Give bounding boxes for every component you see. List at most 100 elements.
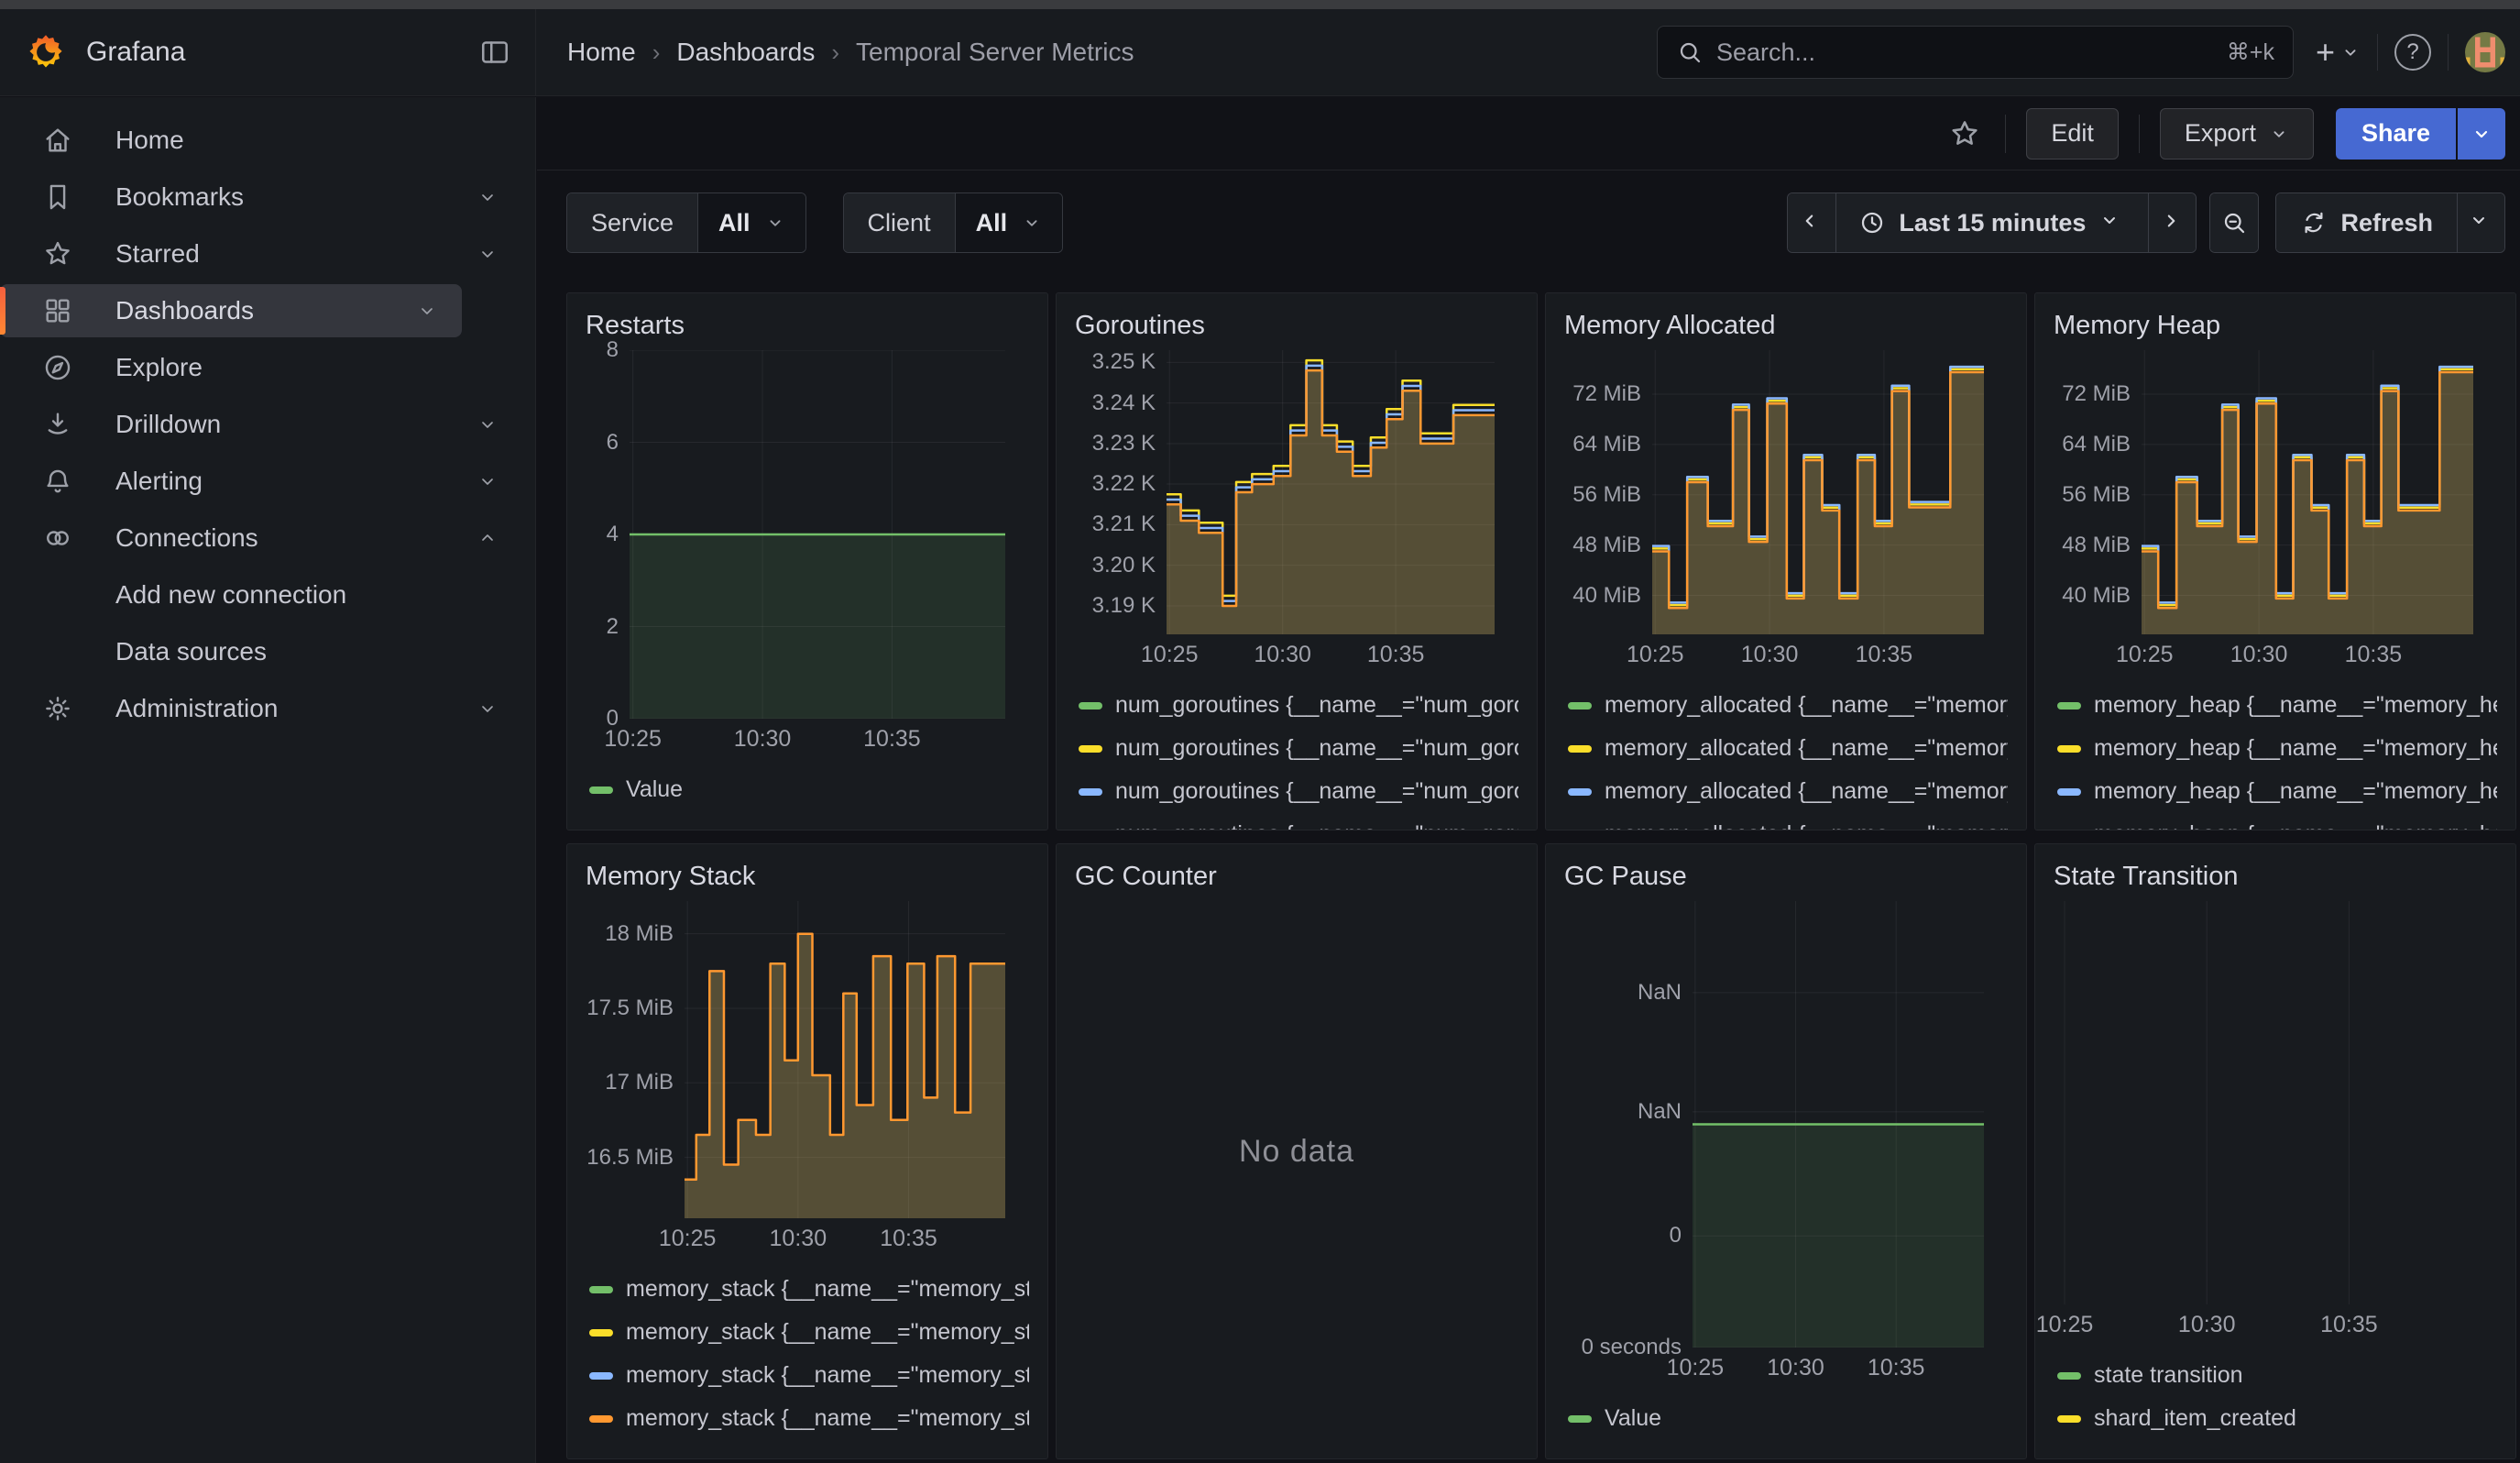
panel-title[interactable]: GC Pause	[1564, 863, 2008, 890]
share-button[interactable]: Share	[2336, 108, 2456, 160]
legend-item[interactable]: Value	[1564, 1397, 2008, 1440]
legend-item[interactable]: num_goroutines {__name__="num_gorou	[1075, 770, 1518, 813]
chevron-down-icon[interactable]	[477, 413, 499, 435]
legend-item[interactable]: memory_heap {__name__="memory_heap	[2054, 727, 2497, 770]
sidebar-item-explore[interactable]: Explore	[0, 341, 522, 394]
plot-area[interactable]	[1693, 901, 1984, 1348]
breadcrumb-separator: ›	[652, 38, 661, 67]
plot-area[interactable]	[630, 350, 1005, 719]
legend-item[interactable]: num_goroutines {__name__="num_gorou	[1075, 684, 1518, 727]
export-button[interactable]: Export	[2160, 108, 2314, 160]
compass-icon	[42, 352, 73, 383]
dock-sidebar-icon[interactable]	[477, 34, 513, 71]
breadcrumb-dashboards[interactable]: Dashboards	[676, 38, 815, 67]
chart-legend: num_goroutines {__name__="num_gorounum_g…	[1075, 684, 1518, 830]
x-axis-tick: 10:35	[1868, 1355, 1925, 1381]
time-range-picker[interactable]: Last 15 minutes	[1835, 193, 2148, 252]
sidebar-item-data-sources[interactable]: Data sources	[0, 625, 522, 678]
chevron-down-icon[interactable]	[477, 470, 499, 492]
panel-title[interactable]: Memory Heap	[2054, 312, 2497, 339]
panel-title[interactable]: Goroutines	[1075, 312, 1518, 339]
sidebar-item-home[interactable]: Home	[0, 114, 522, 167]
legend-item[interactable]: memory_stack {__name__="memory_sta	[586, 1397, 1029, 1440]
legend-item[interactable]: memory_heap {__name__="memory_heap	[2054, 770, 2497, 813]
sidebar-item-label: Drilldown	[115, 410, 477, 439]
legend-label: state transition	[2094, 1362, 2243, 1389]
search-input[interactable]: Search... ⌘+k	[1657, 26, 2294, 79]
favorite-star-button[interactable]	[1945, 114, 1985, 154]
legend-label: memory_allocated {__name__="memory	[1605, 692, 2008, 719]
y-axis-tick: 40 MiB	[2062, 583, 2131, 609]
plot-area[interactable]	[2142, 350, 2473, 634]
legend-label: num_goroutines {__name__="num_gorou	[1115, 821, 1518, 830]
panel-title[interactable]: Memory Stack	[586, 863, 1029, 890]
panel-title[interactable]: State Transition	[2054, 863, 2497, 890]
breadcrumb: Home › Dashboards › Temporal Server Metr…	[567, 38, 1134, 67]
legend-item[interactable]: memory_stack {__name__="memory_sta	[586, 1354, 1029, 1397]
plot-area[interactable]	[1652, 350, 1984, 634]
search-shortcut: ⌘+k	[2227, 38, 2274, 66]
chevron-down-icon[interactable]	[477, 186, 499, 208]
plot-area[interactable]	[2061, 901, 2473, 1304]
legend-label: memory_heap {__name__="memory_heap	[2094, 778, 2497, 805]
client-variable-label: Client	[844, 193, 955, 252]
legend-item[interactable]: memory_allocated {__name__="memory	[1564, 813, 2008, 830]
chevron-down-icon[interactable]	[477, 698, 499, 720]
legend-swatch	[589, 786, 613, 794]
panel-title[interactable]: Memory Allocated	[1564, 312, 2008, 339]
legend-swatch	[2057, 1372, 2081, 1380]
x-axis-tick: 10:25	[2116, 642, 2174, 668]
sidebar-item-alerting[interactable]: Alerting	[0, 455, 522, 508]
legend-item[interactable]: memory_heap {__name__="memory_heap	[2054, 813, 2497, 830]
legend-item[interactable]: memory_allocated {__name__="memory	[1564, 727, 2008, 770]
time-shift-forward-button[interactable]	[2148, 193, 2196, 252]
plot-area[interactable]	[685, 901, 1005, 1218]
chevron-up-icon[interactable]	[477, 527, 499, 549]
breadcrumb-home[interactable]: Home	[567, 38, 636, 67]
sidebar-item-dashboards[interactable]: Dashboards	[0, 284, 462, 337]
refresh-button[interactable]: Refresh	[2276, 193, 2457, 252]
refresh-interval-button[interactable]	[2457, 193, 2504, 252]
legend-item[interactable]: Value	[586, 768, 1029, 811]
sidebar-item-administration[interactable]: Administration	[0, 682, 522, 735]
legend-item[interactable]: memory_stack {__name__="memory_sta	[586, 1311, 1029, 1354]
toolbar-divider	[2005, 115, 2006, 153]
legend-item[interactable]: memory_allocated {__name__="memory	[1564, 770, 2008, 813]
sidebar-item-drilldown[interactable]: Drilldown	[0, 398, 522, 451]
sidebar-item-add-new-connection[interactable]: Add new connection	[0, 568, 522, 622]
chevron-down-icon[interactable]	[477, 243, 499, 265]
client-variable-select[interactable]: All	[955, 193, 1063, 252]
legend-label: num_goroutines {__name__="num_gorou	[1115, 778, 1518, 805]
help-button[interactable]: ?	[2394, 34, 2431, 71]
chart-plot-row: NaNNaN00 seconds	[1564, 901, 2008, 1348]
top-nav-bar: Grafana Home › Dashboards › Temporal Ser…	[0, 9, 2520, 96]
sidebar-item-bookmarks[interactable]: Bookmarks	[0, 170, 522, 224]
add-new-button[interactable]: +	[2316, 36, 2361, 69]
user-avatar[interactable]	[2465, 32, 2505, 72]
chevron-right-icon	[2159, 209, 2186, 236]
chevron-down-icon[interactable]	[416, 300, 438, 322]
legend-item[interactable]: num_goroutines {__name__="num_gorou	[1075, 813, 1518, 830]
x-axis-tick: 10:35	[1856, 642, 1913, 668]
chevron-down-icon	[2098, 209, 2126, 236]
legend-item[interactable]: num_goroutines {__name__="num_gorou	[1075, 727, 1518, 770]
zoom-out-button[interactable]	[2210, 193, 2258, 252]
time-shift-back-button[interactable]	[1788, 193, 1835, 252]
edit-button[interactable]: Edit	[2026, 108, 2119, 160]
plot-area[interactable]	[1167, 350, 1495, 634]
panel-title[interactable]: Restarts	[586, 312, 1029, 339]
share-menu-button[interactable]	[2458, 108, 2505, 160]
service-variable-select[interactable]: All	[697, 193, 805, 252]
legend-label: memory_stack {__name__="memory_sta	[626, 1276, 1029, 1303]
legend-item[interactable]: shard_item_created	[2054, 1397, 2497, 1440]
legend-item[interactable]: memory_stack {__name__="memory_sta	[586, 1268, 1029, 1311]
y-axis-tick: 40 MiB	[1572, 583, 1641, 609]
sidebar-item-connections[interactable]: Connections	[0, 512, 522, 565]
legend-item[interactable]: memory_allocated {__name__="memory	[1564, 684, 2008, 727]
legend-item[interactable]: memory_heap {__name__="memory_heap	[2054, 684, 2497, 727]
sidebar-item-starred[interactable]: Starred	[0, 227, 522, 280]
apps-icon	[42, 295, 73, 326]
x-axis-tick: 10:30	[734, 726, 792, 753]
y-axis-tick: 3.23 K	[1092, 431, 1156, 456]
legend-item[interactable]: state transition	[2054, 1354, 2497, 1397]
